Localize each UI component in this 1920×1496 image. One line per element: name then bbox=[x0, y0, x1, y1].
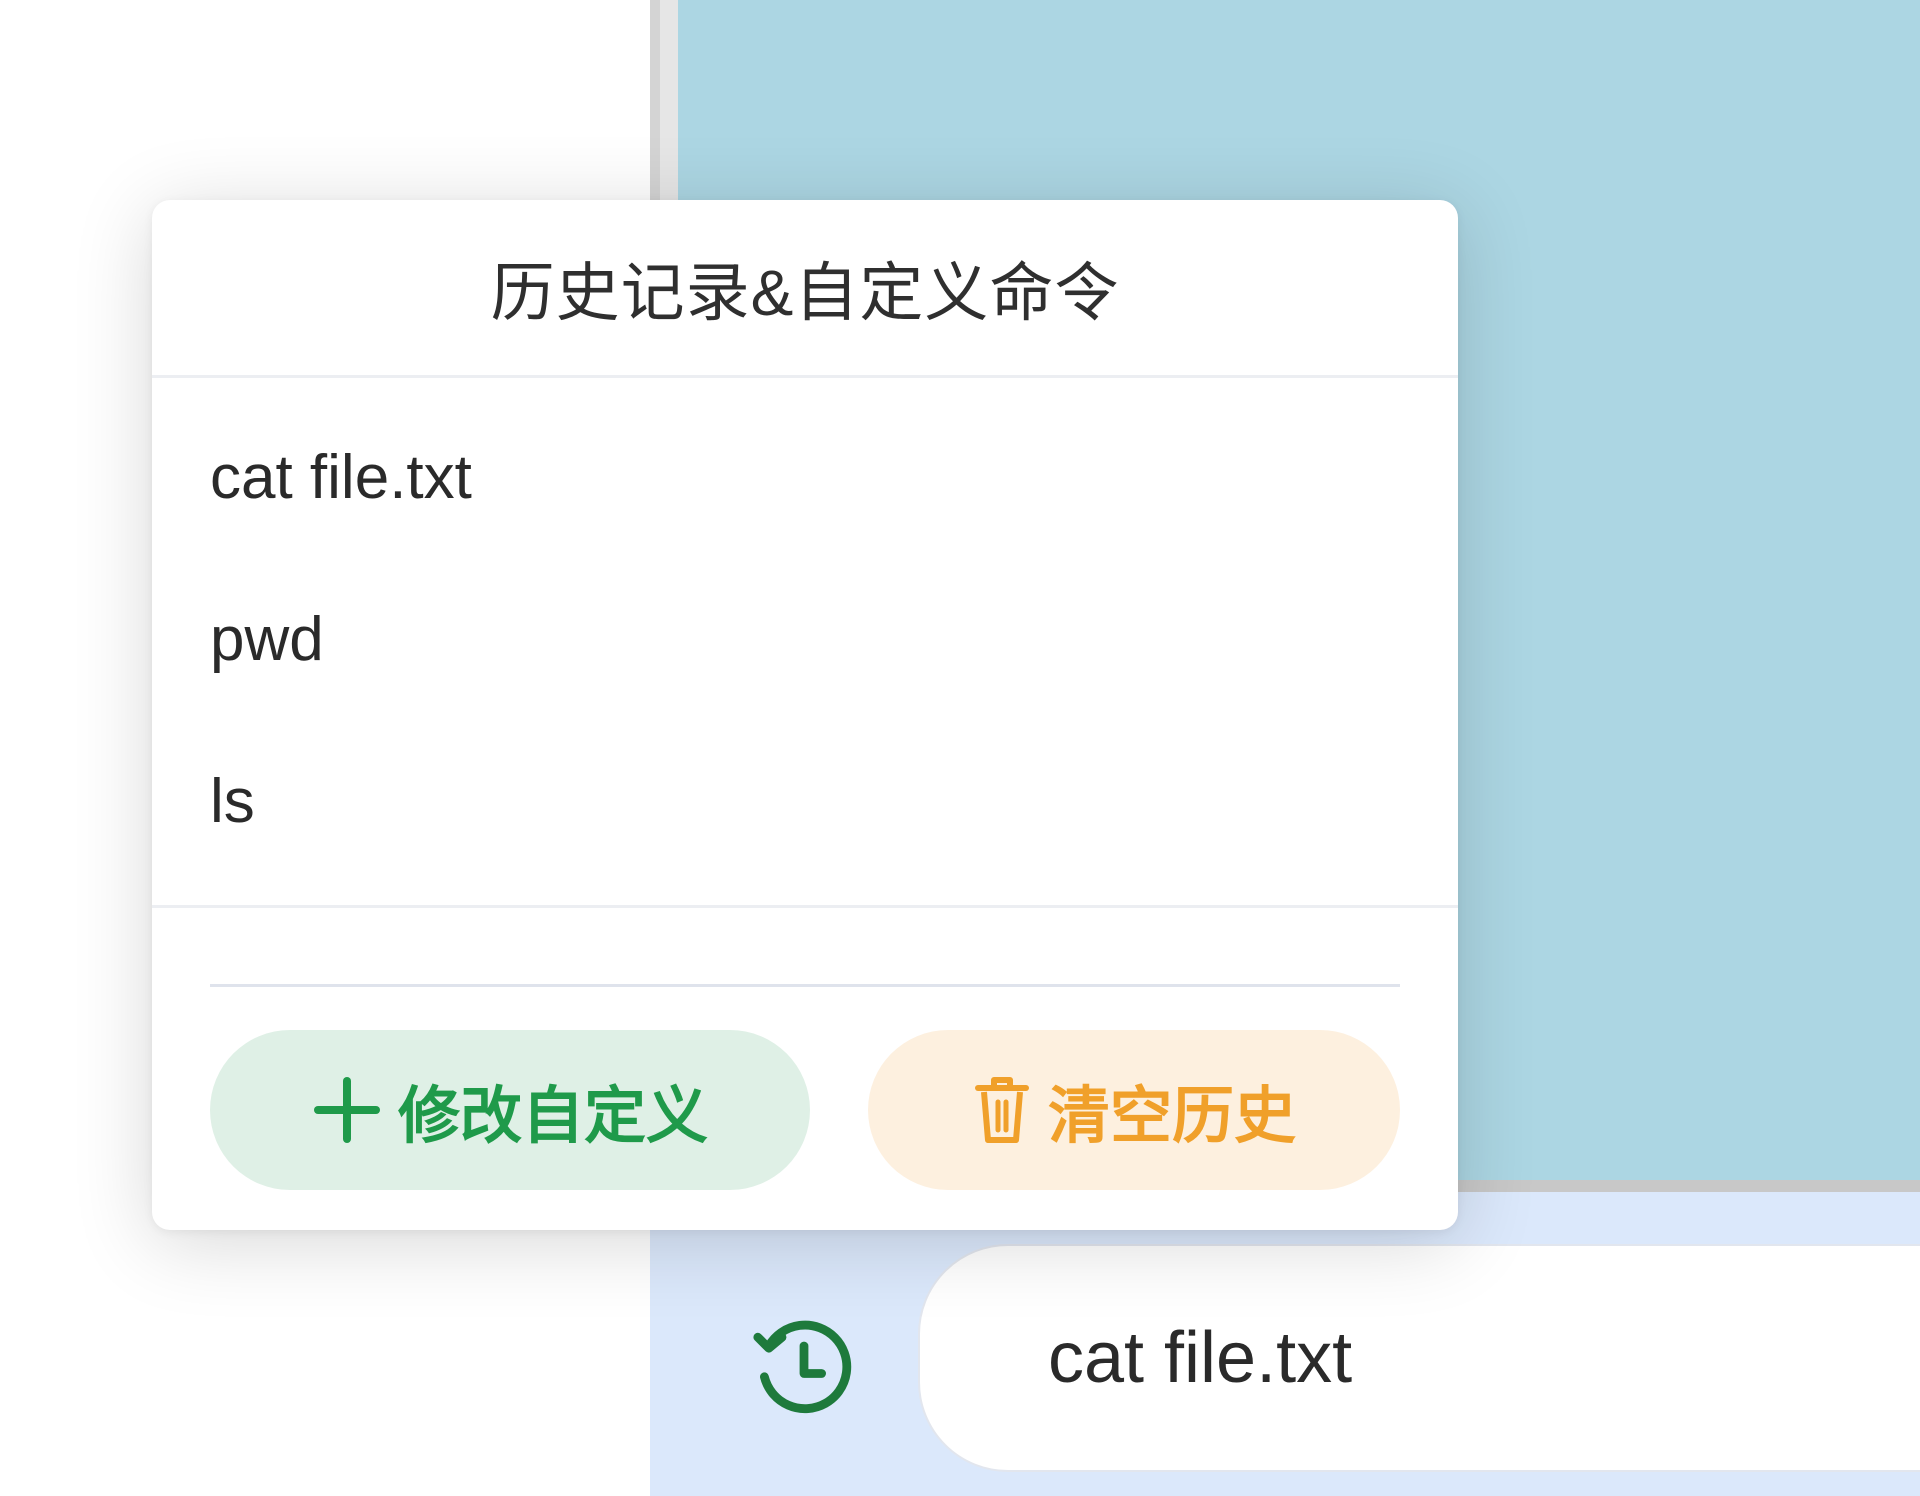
popover-header: 历史记录&自定义命令 bbox=[152, 200, 1458, 378]
clear-history-button[interactable]: 清空历史 bbox=[868, 1030, 1400, 1190]
edit-custom-label: 修改自定义 bbox=[397, 1082, 708, 1151]
edit-custom-button[interactable]: 修改自定义 bbox=[210, 1030, 810, 1190]
trash-icon bbox=[972, 1074, 1032, 1146]
command-input[interactable] bbox=[918, 1244, 1920, 1472]
popover-title: 历史记录&自定义命令 bbox=[490, 256, 1120, 329]
clear-history-label: 清空历史 bbox=[1047, 1082, 1296, 1151]
history-list: cat file.txt pwd ls bbox=[152, 378, 1458, 908]
history-popover: 历史记录&自定义命令 cat file.txt pwd ls 修改自定义 清空历… bbox=[152, 200, 1458, 1230]
app-window: 历史记录&自定义命令 cat file.txt pwd ls 修改自定义 bbox=[0, 0, 1920, 1496]
history-clock-icon bbox=[753, 1320, 852, 1414]
plus-icon bbox=[312, 1075, 382, 1145]
footer-divider bbox=[210, 984, 1400, 987]
history-item[interactable]: pwd bbox=[152, 558, 1458, 720]
history-button[interactable] bbox=[746, 1310, 862, 1426]
history-item[interactable]: ls bbox=[152, 720, 1458, 882]
history-item[interactable]: cat file.txt bbox=[152, 396, 1458, 558]
